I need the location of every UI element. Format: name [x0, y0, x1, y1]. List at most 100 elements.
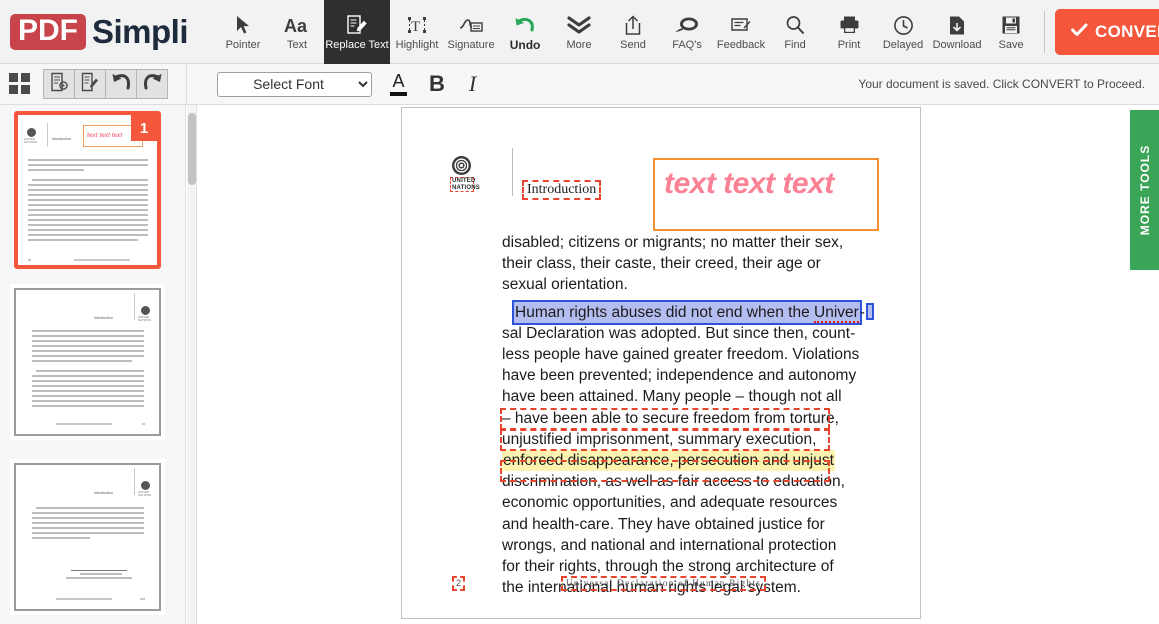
document-properties-button[interactable] [43, 69, 75, 99]
tool-pointer[interactable]: Pointer [216, 0, 270, 64]
tool-download-label: Download [933, 39, 982, 51]
document-heading[interactable]: Introduction [522, 180, 601, 200]
text-line: unjustified imprisonment, summary execut… [502, 429, 846, 450]
redo-button[interactable] [136, 69, 168, 99]
boxed-text-line[interactable]: and health-care. They have obtained just… [502, 514, 846, 535]
tool-more[interactable]: More [552, 0, 606, 64]
magnifier-icon [785, 12, 805, 38]
paragraph-1[interactable]: disabled; citizens or migrants; no matte… [502, 232, 846, 296]
italic-button[interactable]: I [469, 71, 476, 97]
tool-send[interactable]: Send [606, 0, 660, 64]
selected-text-prefix: Human rights abuses did not end when the [515, 304, 814, 321]
tool-undo-label: Undo [510, 39, 541, 51]
text-line: less people have gained greater freedom.… [502, 344, 846, 365]
tool-signature[interactable]: Signature [444, 0, 498, 64]
feedback-note-icon [730, 12, 752, 38]
tool-find[interactable]: Find [768, 0, 822, 64]
clock-icon [893, 12, 914, 38]
more-tools-label: MORE TOOLS [1138, 145, 1152, 235]
header-divider-rule [512, 148, 513, 196]
undo-icon [111, 72, 132, 96]
tool-replace-text[interactable]: Replace Text [324, 0, 390, 64]
cursor-arrow-icon [236, 12, 251, 38]
text-line: sal Declaration was adopted. But since t… [502, 323, 846, 344]
undo-arrow-icon [513, 12, 537, 38]
edit-document-button[interactable] [74, 69, 106, 99]
text-line: wrongs, and national and international p… [502, 535, 846, 556]
document-settings-icon [49, 72, 69, 97]
tool-group-right: Send FAQ's [606, 0, 1159, 64]
tool-save[interactable]: Save [984, 0, 1038, 64]
font-family-select[interactable]: Select Font [217, 72, 372, 97]
replace-text-icon [346, 12, 368, 38]
formatting-toolbar: Select Font A B I Your document is saved… [0, 64, 1159, 105]
font-color-swatch [390, 92, 407, 96]
tool-highlight[interactable]: T Highlight [390, 0, 444, 64]
formatting-divider [186, 64, 187, 105]
thumbnail-page-badge: 1 [131, 115, 157, 141]
text-line: – have been able to secure freedom from … [502, 408, 846, 429]
selected-text-line[interactable]: Human rights abuses did not end when the… [502, 302, 846, 323]
convert-button[interactable]: CONVERT [1055, 9, 1159, 55]
tool-text-label: Text [287, 39, 307, 51]
thumbnail-page-1[interactable]: UNITEDNATIONS Introduction text text tex… [14, 111, 161, 269]
font-color-letter: A [392, 72, 404, 91]
thumbnail-page-2[interactable]: UNITEDNATIONS Introduction [14, 288, 161, 436]
tool-print-label: Print [838, 39, 861, 51]
tool-more-label: More [567, 39, 592, 51]
bold-button[interactable]: B [429, 71, 445, 97]
document-viewport[interactable]: UNITED NATIONS Introduction text text te… [198, 105, 1159, 624]
page-thumbnail-panel: UNITEDNATIONS Introduction text text tex… [0, 105, 186, 624]
tool-send-label: Send [620, 39, 646, 51]
document-edit-icon [80, 72, 100, 97]
signature-icon [459, 12, 483, 38]
svg-text:Aa: Aa [284, 16, 308, 35]
text-selection[interactable]: Human rights abuses did not end when the… [514, 302, 860, 323]
tool-faqs[interactable]: FAQ's [660, 0, 714, 64]
text-line: economic opportunities, and adequate res… [502, 492, 846, 513]
yellow-highlight[interactable]: enforced disappearance, persecution and … [502, 450, 835, 471]
tool-undo[interactable]: Undo [498, 0, 552, 64]
paragraph-2[interactable]: Human rights abuses did not end when the… [502, 302, 846, 599]
toolbar-divider-2 [1044, 11, 1045, 53]
highlighted-text-line[interactable]: enforced disappearance, persecution and … [502, 450, 846, 471]
font-color-button[interactable]: A [390, 72, 407, 96]
text-line: have been attained. Many people – though… [502, 386, 846, 407]
document-page[interactable]: UNITED NATIONS Introduction text text te… [401, 107, 921, 619]
undo-button[interactable] [105, 69, 137, 99]
save-status-message: Your document is saved. Click CONVERT to… [858, 77, 1145, 91]
thumbnail-scrollbar-thumb[interactable] [188, 113, 196, 185]
tool-download[interactable]: Download [930, 0, 984, 64]
pdfsimpli-editor-window: PDF Simpli Pointer Aa Text [0, 0, 1159, 624]
tool-pointer-label: Pointer [226, 39, 261, 51]
thumbnail-page-3[interactable]: UNITEDNATIONS Introduction [14, 463, 161, 611]
tool-delayed[interactable]: Delayed [876, 0, 930, 64]
tool-faqs-label: FAQ's [672, 39, 702, 51]
tool-feedback[interactable]: Feedback [714, 0, 768, 64]
text-annotation-box[interactable]: text text text [653, 158, 879, 231]
tool-replace-text-label: Replace Text [325, 39, 388, 51]
tool-print[interactable]: Print [822, 0, 876, 64]
speech-bubble-icon [675, 12, 699, 38]
convert-button-label: CONVERT [1095, 22, 1159, 42]
text-line: discrimination, as well as fair access t… [502, 471, 846, 492]
app-logo[interactable]: PDF Simpli [0, 0, 200, 64]
document-body[interactable]: disabled; citizens or migrants; no matte… [502, 232, 846, 598]
un-organisation-name: UNITED NATIONS [450, 177, 474, 192]
logo-pdf-badge: PDF [10, 14, 86, 50]
misspelled-word: Univer [814, 304, 859, 323]
page-footer-title: Universal Declaration of Human Rights [561, 576, 766, 591]
grid-apps-icon[interactable] [8, 72, 32, 96]
un-emblem-icon [452, 156, 471, 175]
text-line: their class, their caste, their creed, t… [502, 253, 846, 274]
selected-text-hyphen: - [860, 304, 865, 321]
selection-handle-right[interactable] [866, 303, 874, 320]
thumbnail-scrollbar[interactable] [187, 105, 197, 624]
floppy-disk-icon [1001, 12, 1021, 38]
more-tools-tab[interactable]: MORE TOOLS [1130, 110, 1159, 270]
tool-signature-label: Signature [447, 39, 494, 51]
tool-delayed-label: Delayed [883, 39, 923, 51]
text-annotation-content: text text text [664, 167, 834, 201]
page-footer-number: 2 [452, 576, 465, 591]
tool-text[interactable]: Aa Text [270, 0, 324, 64]
